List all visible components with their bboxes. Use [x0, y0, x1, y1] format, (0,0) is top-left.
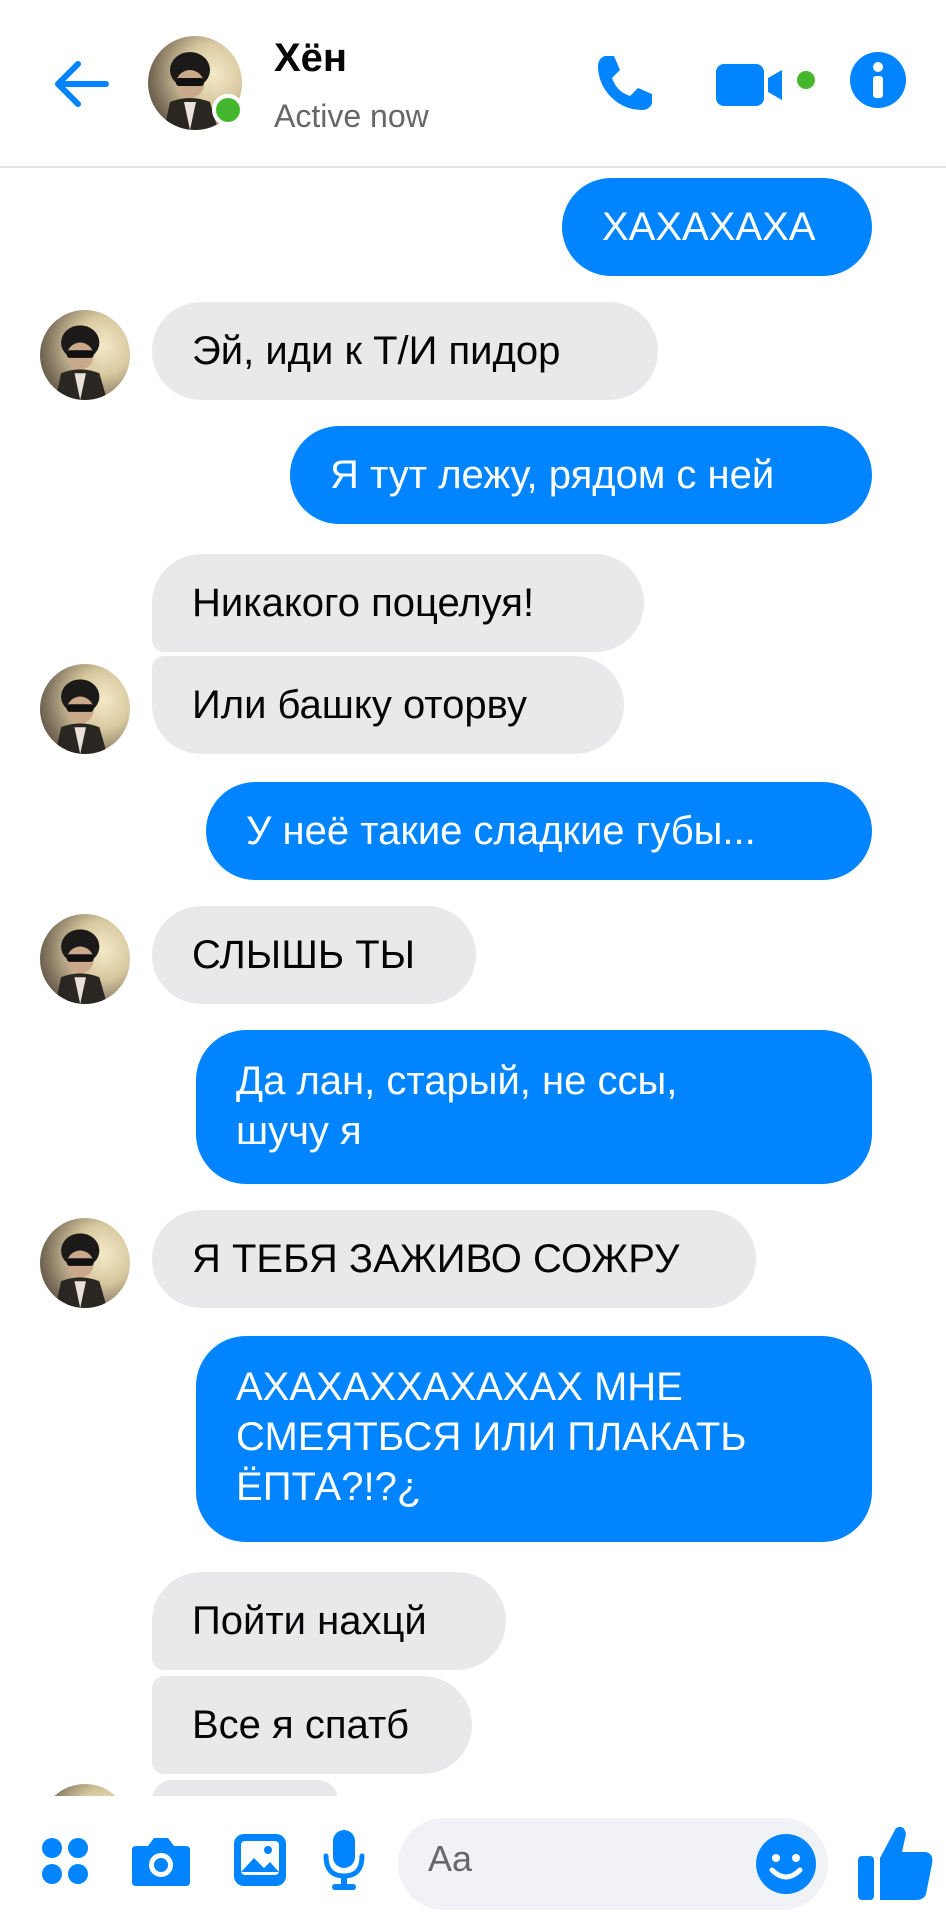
contact-avatar[interactable] — [148, 36, 244, 130]
contact-status: Active now — [274, 98, 429, 134]
info-icon[interactable] — [850, 52, 906, 108]
sender-avatar-image — [40, 914, 130, 1004]
message-input-placeholder: Aa — [428, 1838, 473, 1879]
message-bubble-incoming[interactable]: Никакого поцелуя! — [152, 554, 644, 652]
online-status-dot — [212, 94, 244, 126]
message-text: Эй, иди к Т/И пидор — [192, 329, 561, 373]
message-bubble-outgoing[interactable]: Я тут лежу, рядом с ней — [290, 426, 872, 524]
message-text: Или башку оторву — [192, 683, 528, 727]
phone-icon[interactable] — [592, 50, 658, 116]
message-bubble-incoming[interactable]: Или башку оторву — [152, 656, 624, 754]
message-bubble-outgoing[interactable]: У неё такие сладкие губы... — [206, 782, 872, 880]
message-text: У неё такие сладкие губы... — [246, 809, 756, 853]
sender-avatar[interactable] — [40, 1218, 130, 1308]
sender-avatar[interactable] — [40, 664, 130, 754]
sender-avatar[interactable] — [40, 914, 130, 1004]
message-text: СЛЫШЬ ТЫ — [192, 933, 416, 977]
message-text: АХАХАХХАХАХАХ МНЕ СМЕЯТБСЯ ИЛИ ПЛАКАТЬ Ё… — [236, 1365, 747, 1509]
sender-avatar[interactable] — [40, 310, 130, 400]
chat-header: Хён Active now — [0, 0, 946, 168]
video-camera-icon[interactable] — [716, 60, 820, 110]
microphone-icon[interactable] — [322, 1828, 366, 1892]
camera-icon[interactable] — [130, 1834, 192, 1888]
contact-name[interactable]: Хён — [274, 36, 347, 81]
message-bubble-outgoing[interactable]: АХАХАХХАХАХАХ МНЕ СМЕЯТБСЯ ИЛИ ПЛАКАТЬ Ё… — [196, 1336, 872, 1542]
message-composer: Aa — [0, 1796, 946, 1920]
message-bubble-incoming[interactable]: Я ТЕБЯ ЗАЖИВО СОЖРУ — [152, 1210, 756, 1308]
apps-menu-icon[interactable] — [40, 1836, 90, 1886]
message-bubble-incoming[interactable]: Все я спатб — [152, 1676, 472, 1774]
gallery-icon[interactable] — [232, 1832, 288, 1888]
message-text: Пойти нахцй — [192, 1599, 427, 1643]
message-text: Никакого поцелуя! — [192, 581, 535, 625]
sender-avatar-image — [40, 310, 130, 400]
message-text: Да лан, старый, не ссы, шучу я — [236, 1059, 678, 1153]
back-arrow-icon[interactable] — [50, 52, 114, 116]
message-text: Я тут лежу, рядом с ней — [330, 453, 775, 497]
sender-avatar-image — [40, 664, 130, 754]
message-bubble-incoming[interactable]: Эй, иди к Т/И пидор — [152, 302, 658, 400]
thumbs-up-icon[interactable] — [856, 1822, 934, 1902]
message-text: Я ТЕБЯ ЗАЖИВО СОЖРУ — [192, 1237, 680, 1281]
message-text: Все я спатб — [192, 1703, 410, 1747]
emoji-icon[interactable] — [754, 1832, 818, 1896]
message-bubble-incoming[interactable]: Пойти нахцй — [152, 1572, 506, 1670]
message-bubble-incoming[interactable]: СЛЫШЬ ТЫ — [152, 906, 476, 1004]
sender-avatar-image — [40, 1218, 130, 1308]
message-bubble-outgoing[interactable]: ХАХАХАХА — [562, 178, 872, 276]
message-input[interactable]: Aa — [398, 1818, 828, 1910]
message-text: ХАХАХАХА — [602, 205, 816, 249]
message-bubble-outgoing[interactable]: Да лан, старый, не ссы, шучу я — [196, 1030, 872, 1184]
